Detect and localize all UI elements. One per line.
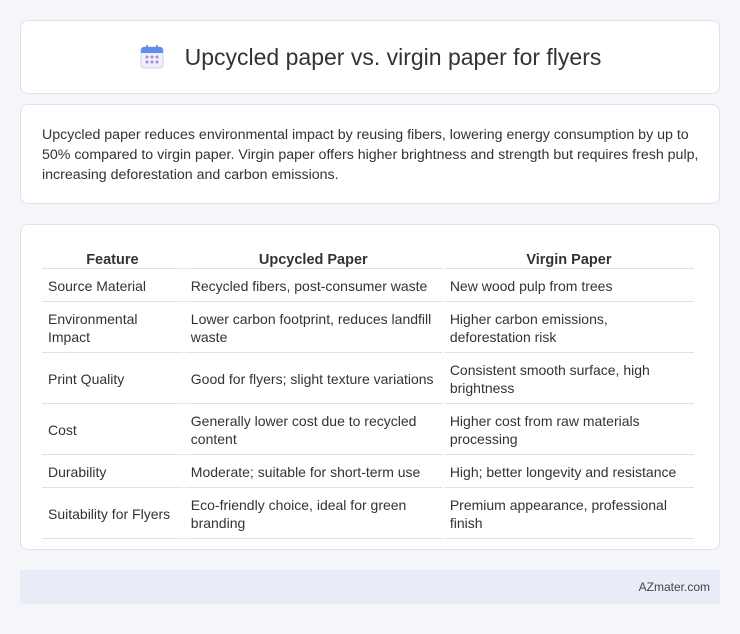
virgin-cell: Consistent smooth surface, high brightne… — [443, 355, 694, 404]
summary-text: Upcycled paper reduces environmental imp… — [42, 127, 699, 183]
title-card: Upcycled paper vs. virgin paper for flye… — [20, 20, 720, 94]
table-row: Print Quality Good for flyers; slight te… — [42, 355, 694, 404]
upcycled-cell: Good for flyers; slight texture variatio… — [184, 355, 442, 404]
upcycled-cell: Lower carbon footprint, reduces landfill… — [184, 304, 442, 353]
virgin-cell: Premium appearance, professional finish — [443, 490, 694, 539]
footer: AZmater.com — [20, 570, 720, 604]
page-title: Upcycled paper vs. virgin paper for flye… — [184, 43, 602, 70]
feature-cell: Print Quality — [42, 355, 183, 404]
feature-cell: Durability — [42, 457, 183, 488]
table-header-row: Feature Upcycled Paper Virgin Paper — [42, 247, 694, 269]
virgin-cell: New wood pulp from trees — [443, 271, 694, 302]
header-virgin-paper: Virgin Paper — [443, 247, 694, 269]
feature-cell: Environmental Impact — [42, 304, 183, 353]
feature-cell: Source Material — [42, 271, 183, 302]
table-card: Feature Upcycled Paper Virgin Paper Sour… — [20, 224, 720, 550]
virgin-cell: Higher cost from raw materials processin… — [443, 406, 694, 455]
header-feature: Feature — [42, 247, 183, 269]
footer-site-link[interactable]: AZmater.com — [639, 580, 710, 594]
upcycled-cell: Generally lower cost due to recycled con… — [184, 406, 442, 455]
header-upcycled-paper: Upcycled Paper — [184, 247, 442, 269]
virgin-cell: High; better longevity and resistance — [443, 457, 694, 488]
summary-card: Upcycled paper reduces environmental imp… — [20, 104, 720, 204]
table-row: Cost Generally lower cost due to recycle… — [42, 406, 694, 455]
comparison-table: Feature Upcycled Paper Virgin Paper Sour… — [40, 245, 696, 541]
upcycled-cell: Recycled fibers, post-consumer waste — [184, 271, 442, 302]
table-row: Source Material Recycled fibers, post-co… — [42, 271, 694, 302]
table-row: Environmental Impact Lower carbon footpr… — [42, 304, 694, 353]
feature-cell: Cost — [42, 406, 183, 455]
feature-cell: Suitability for Flyers — [42, 490, 183, 539]
upcycled-cell: Moderate; suitable for short-term use — [184, 457, 442, 488]
table-row: Durability Moderate; suitable for short-… — [42, 457, 694, 488]
calendar-icon — [140, 45, 164, 69]
virgin-cell: Higher carbon emissions, deforestation r… — [443, 304, 694, 353]
table-row: Suitability for Flyers Eco-friendly choi… — [42, 490, 694, 539]
upcycled-cell: Eco-friendly choice, ideal for green bra… — [184, 490, 442, 539]
